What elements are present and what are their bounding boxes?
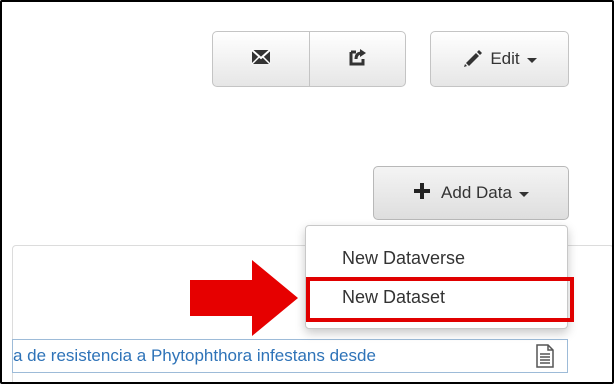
- share-button-group: [212, 31, 406, 87]
- plus-icon: [413, 182, 431, 205]
- edit-label: Edit: [490, 49, 520, 68]
- share-button[interactable]: [309, 31, 406, 87]
- share-icon: [348, 47, 368, 72]
- document-icon: [535, 344, 555, 368]
- pencil-icon: [462, 47, 483, 72]
- screenshot-frame: Edit Add Data a de resistencia a Phytoph…: [0, 0, 614, 384]
- dataset-title-row[interactable]: a de resistencia a Phytophthora infestan…: [12, 339, 568, 373]
- dataset-title-link[interactable]: a de resistencia a Phytophthora infestan…: [13, 346, 529, 366]
- highlight-box: [306, 277, 574, 322]
- chevron-down-icon: [518, 191, 529, 197]
- pointer-arrow-icon: [190, 260, 298, 336]
- add-data-label: Add Data: [441, 183, 512, 202]
- chevron-down-icon: [526, 57, 537, 63]
- email-button[interactable]: [212, 31, 310, 87]
- envelope-icon: [251, 48, 271, 70]
- add-data-button[interactable]: Add Data: [373, 166, 569, 220]
- edit-button[interactable]: Edit: [430, 31, 569, 87]
- menu-item-new-dataverse[interactable]: New Dataverse: [306, 239, 567, 277]
